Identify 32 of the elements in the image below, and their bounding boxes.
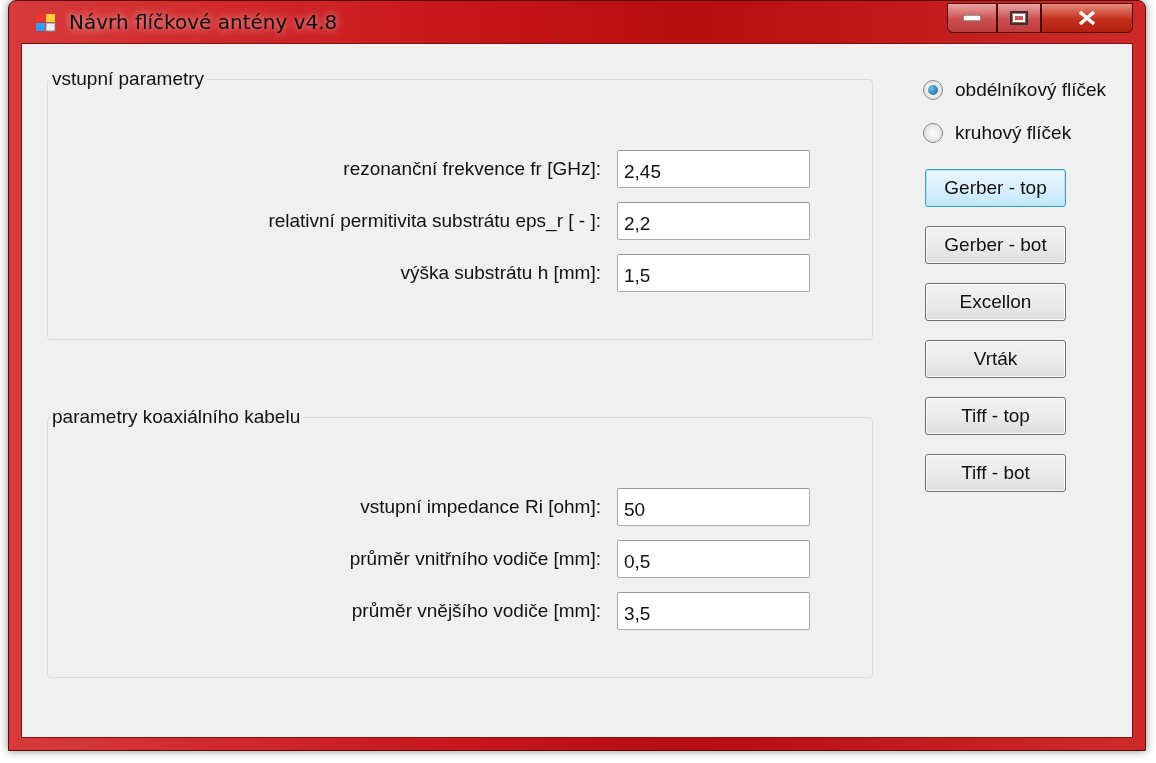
action-button[interactable]: Tiff - top	[925, 397, 1066, 435]
input-field[interactable]: 2,45	[617, 150, 810, 188]
maximize-button[interactable]	[997, 3, 1041, 33]
action-button[interactable]: Excellon	[925, 283, 1066, 321]
radio-label[interactable]: obdélníkový flíček	[955, 78, 1107, 101]
action-button[interactable]: Vrták	[925, 340, 1066, 378]
field-label: průměr vnitřního vodiče [mm]:	[349, 548, 601, 570]
action-button[interactable]: Tiff - bot	[925, 454, 1066, 492]
action-button[interactable]: Gerber - bot	[925, 226, 1066, 264]
minimize-button[interactable]	[947, 3, 997, 33]
input-field[interactable]: 2,2	[617, 202, 810, 240]
close-icon	[1077, 10, 1097, 26]
radio-button[interactable]	[923, 122, 943, 143]
field-label: rezonanční frekvence fr [GHz]:	[343, 158, 601, 180]
maximize-icon	[1010, 11, 1028, 25]
minimize-icon	[963, 15, 981, 21]
radio-button[interactable]	[923, 79, 943, 100]
input-field[interactable]: 1,5	[617, 254, 810, 292]
group-title: parametry koaxiálního kabelu	[51, 406, 302, 428]
close-button[interactable]	[1041, 3, 1133, 33]
field-label: výška substrátu h [mm]:	[400, 262, 601, 284]
field-label: vstupní impedance Ri [ohm]:	[360, 496, 601, 518]
radio-label[interactable]: kruhový flíček	[955, 121, 1072, 144]
field-label: průměr vnějšího vodiče [mm]:	[351, 600, 601, 622]
input-field[interactable]: 3,5	[617, 592, 810, 630]
app-icon	[35, 12, 57, 32]
window-title: Návrh flíčkové antény v4.8	[69, 10, 338, 34]
action-button[interactable]: Gerber - top	[925, 169, 1066, 207]
group-title: vstupní parametry	[51, 68, 206, 90]
field-label: relativní permitivita substrátu eps_r [ - ]:	[268, 210, 601, 232]
input-field[interactable]: 50	[617, 488, 810, 526]
input-field[interactable]: 0,5	[617, 540, 810, 578]
